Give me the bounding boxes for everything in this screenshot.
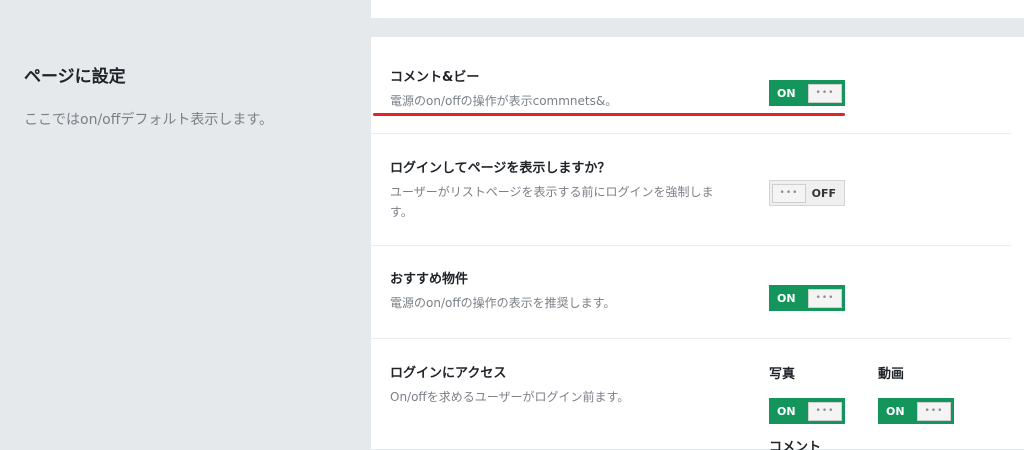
toggle-comments[interactable]: ON ••• xyxy=(769,80,845,106)
setting-desc-comments: 電源のon/offの操作が表示commnets&。 xyxy=(390,94,618,108)
setting-desc-recommended: 電源のon/offの操作の表示を推奨します。 xyxy=(390,296,616,310)
section-description: ここではon/offデフォルト表示します。 xyxy=(24,112,273,128)
toggle-knob: ••• xyxy=(808,401,842,421)
toggle-knob: ••• xyxy=(772,183,806,203)
toggle-login-required[interactable]: ••• OFF xyxy=(769,180,845,206)
setting-title-login-required: ログインしてページを表示しますか？ xyxy=(390,161,611,176)
toggle-knob: ••• xyxy=(808,83,842,103)
video-label: 動画 xyxy=(878,367,905,382)
top-card-edge xyxy=(371,0,1024,18)
toggle-off-label: OFF xyxy=(811,186,836,200)
setting-title-recommended: おすすめ物件 xyxy=(390,272,469,287)
toggle-recommended[interactable]: ON ••• xyxy=(769,285,845,311)
setting-title-login-access: ログインにアクセス xyxy=(390,366,507,381)
setting-desc-login-access: On/offを求めるユーザーがログイン前ます。 xyxy=(390,390,630,404)
toggle-on-label: ON xyxy=(777,404,796,418)
divider xyxy=(371,133,1011,134)
toggle-knob: ••• xyxy=(808,288,842,308)
setting-desc-login-required: ユーザーがリストページを表示する前にログインを強制しま す。 xyxy=(390,185,714,219)
divider xyxy=(371,338,1011,339)
highlight-underline xyxy=(373,113,845,116)
toggle-on-label: ON xyxy=(777,86,796,100)
comment-label-partial: コメント xyxy=(769,440,822,450)
divider xyxy=(371,245,1011,246)
photo-label: 写真 xyxy=(769,367,796,382)
toggle-photo[interactable]: ON ••• xyxy=(769,398,845,424)
toggle-on-label: ON xyxy=(886,404,905,418)
toggle-on-label: ON xyxy=(777,291,796,305)
toggle-knob: ••• xyxy=(917,401,951,421)
section-title: ページに設定 xyxy=(24,67,126,87)
settings-card: コメント&ビー 電源のon/offの操作が表示commnets&。 ON •••… xyxy=(371,37,1024,450)
setting-title-comments: コメント&ビー xyxy=(390,70,480,85)
toggle-video[interactable]: ON ••• xyxy=(878,398,954,424)
